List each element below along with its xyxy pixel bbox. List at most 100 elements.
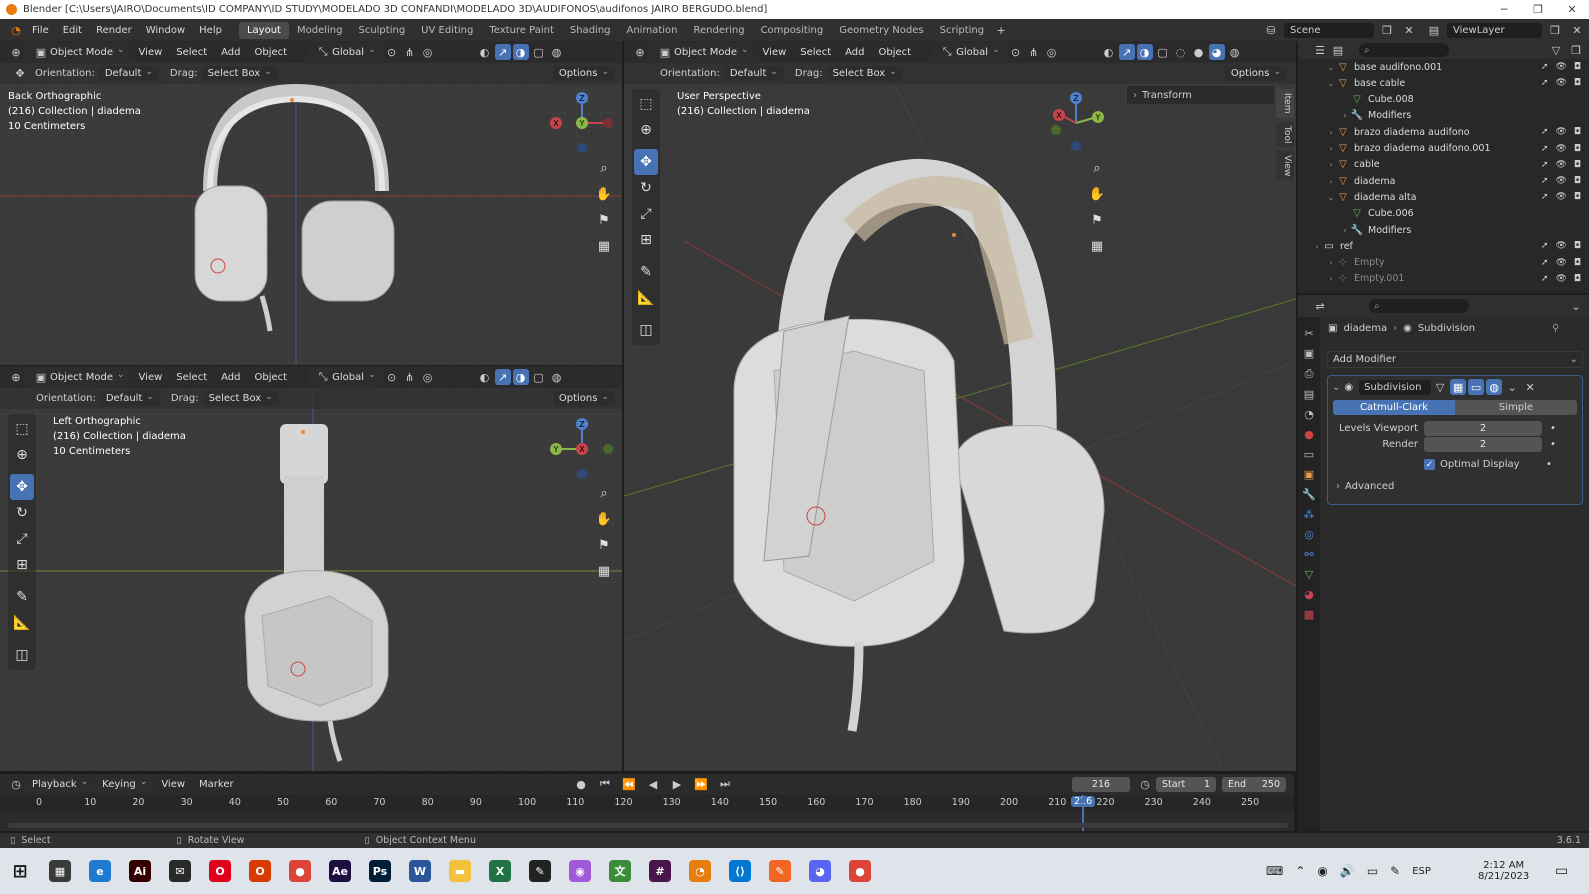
tab-geometry-nodes[interactable]: Geometry Nodes bbox=[831, 22, 931, 39]
levels-viewport-field[interactable]: 2 bbox=[1424, 421, 1542, 436]
chevron-down-icon[interactable]: ⌄ bbox=[1326, 193, 1336, 202]
viewlayer-field[interactable]: ViewLayer bbox=[1447, 22, 1542, 38]
menu-edit[interactable]: Edit bbox=[56, 25, 89, 36]
opera-app-icon[interactable]: O bbox=[200, 848, 240, 894]
tab-item[interactable]: Item bbox=[1276, 89, 1294, 118]
language-indicator[interactable]: ESP bbox=[1412, 866, 1431, 877]
overlay-toggle-icon[interactable]: ◑ bbox=[512, 44, 529, 60]
physics-tab-icon[interactable]: ◎ bbox=[1301, 528, 1317, 541]
overlay-toggle-icon[interactable]: ◑ bbox=[1136, 44, 1153, 60]
sketch-app-icon[interactable]: ✎ bbox=[760, 848, 800, 894]
edge-app-icon[interactable]: e bbox=[80, 848, 120, 894]
drag-dropdown[interactable]: Select Box bbox=[201, 66, 278, 81]
tab-uv-editing[interactable]: UV Editing bbox=[413, 22, 481, 39]
outliner-item[interactable]: ⌄ ▽ base cable ➚ 👁 ◘ bbox=[1298, 75, 1589, 91]
constraints-tab-icon[interactable]: ⚯ bbox=[1301, 548, 1317, 561]
viewport-left-orthographic[interactable]: ⊕ ▣Object Mode View Select Add Object ⤡G… bbox=[0, 366, 622, 771]
zoom-icon[interactable]: ⌕ bbox=[1087, 159, 1107, 177]
chevron-right-icon[interactable]: › bbox=[1340, 111, 1350, 120]
new-collection-icon[interactable]: ❐ bbox=[1568, 42, 1584, 58]
windows-start-button[interactable]: ⊞ bbox=[0, 848, 40, 894]
data-tab-icon[interactable]: ▽ bbox=[1301, 568, 1317, 581]
snap-icon[interactable]: ⋔ bbox=[402, 369, 418, 385]
scene-tab-icon[interactable]: ◔ bbox=[1301, 408, 1317, 421]
eye-icon[interactable]: 👁 bbox=[1555, 127, 1566, 137]
camera-icon[interactable]: ⚑ bbox=[1087, 211, 1107, 229]
outliner-search-input[interactable]: ⌕ bbox=[1359, 43, 1449, 57]
scene-field[interactable]: Scene bbox=[1284, 22, 1374, 38]
pen-icon[interactable]: ✎ bbox=[1390, 864, 1400, 878]
outliner-item[interactable]: › 🔧 Modifiers bbox=[1298, 108, 1589, 124]
jump-end-icon[interactable]: ⏭ bbox=[717, 776, 733, 792]
chevron-right-icon[interactable]: › bbox=[1312, 242, 1322, 251]
outliner-item[interactable]: ▽ Cube.006 bbox=[1298, 206, 1589, 222]
tab-view[interactable]: View bbox=[1276, 150, 1294, 181]
view-menu[interactable]: View bbox=[155, 777, 191, 792]
move-tool-icon[interactable]: ✥ bbox=[10, 474, 34, 500]
transform-orientation-dropdown[interactable]: ⤡ Global bbox=[932, 42, 1006, 62]
eye-icon[interactable]: 👁 bbox=[1555, 62, 1566, 72]
outliner-item[interactable]: › ▭ ref ➚ 👁 ◘ bbox=[1298, 238, 1589, 254]
select-arrow-icon[interactable]: ➚ bbox=[1541, 192, 1549, 202]
shading-icon[interactable]: ◍ bbox=[549, 44, 565, 60]
camera-icon[interactable]: ◘ bbox=[1574, 62, 1581, 72]
outliner-item[interactable]: › ⊹ Empty.001 ➚ 👁 ◘ bbox=[1298, 271, 1589, 287]
tab-tool[interactable]: Tool bbox=[1276, 121, 1294, 147]
jump-start-icon[interactable]: ⏮ bbox=[597, 776, 613, 792]
object-menu[interactable]: Object bbox=[249, 45, 294, 60]
rotate-tool-icon[interactable]: ↻ bbox=[10, 500, 34, 526]
eye-icon[interactable]: 👁 bbox=[1555, 160, 1566, 170]
prev-keyframe-icon[interactable]: ⏪ bbox=[621, 776, 637, 792]
outliner-item[interactable]: › ▽ brazo diadema audifono ➚ 👁 ◘ bbox=[1298, 124, 1589, 140]
pan-hand-icon[interactable]: ✋ bbox=[594, 185, 614, 203]
modifier-name-field[interactable]: Subdivision bbox=[1359, 379, 1432, 395]
blender-menu-icon[interactable]: ◔ bbox=[8, 22, 24, 38]
keyframe-dot-icon[interactable]: • bbox=[1550, 423, 1556, 434]
transform-panel-header[interactable]: › Transform bbox=[1127, 86, 1274, 104]
eye-icon[interactable]: 👁 bbox=[1555, 258, 1566, 268]
outliner-item[interactable]: ⌄ ▽ diadema alta ➚ 👁 ◘ bbox=[1298, 189, 1589, 205]
select-arrow-icon[interactable]: ➚ bbox=[1541, 144, 1549, 154]
start-frame-field[interactable]: Start 1 bbox=[1156, 776, 1216, 792]
options-dropdown[interactable]: Options bbox=[552, 391, 615, 406]
cage-toggle-icon[interactable]: ▦ bbox=[1450, 379, 1467, 395]
chevron-right-icon[interactable]: › bbox=[1326, 160, 1336, 169]
transform-orientation-dropdown[interactable]: ⤡ Global bbox=[308, 367, 382, 387]
scale-tool-icon[interactable]: ⤢ bbox=[10, 526, 34, 552]
camera-icon[interactable]: ◘ bbox=[1574, 176, 1581, 186]
mode-dropdown[interactable]: ▣ Object Mode bbox=[26, 42, 131, 62]
chevron-down-icon[interactable]: ⌄ bbox=[1326, 63, 1336, 72]
slack-app-icon[interactable]: # bbox=[640, 848, 680, 894]
render-tab-icon[interactable]: ▣ bbox=[1301, 347, 1317, 360]
stopwatch-icon[interactable]: ◷ bbox=[1137, 776, 1153, 792]
chrome-app-icon[interactable]: ● bbox=[280, 848, 320, 894]
menu-window[interactable]: Window bbox=[139, 25, 192, 36]
delete-viewlayer-icon[interactable]: ✕ bbox=[1569, 22, 1585, 38]
render-toggle-icon[interactable]: ◍ bbox=[1486, 379, 1503, 395]
select-box-tool-icon[interactable]: ⬚ bbox=[634, 91, 658, 117]
editor-type-icon[interactable]: ⊕ bbox=[8, 44, 24, 60]
new-scene-icon[interactable]: ❐ bbox=[1379, 22, 1395, 38]
drag-dropdown[interactable]: Select Box bbox=[826, 66, 903, 81]
add-modifier-dropdown[interactable]: Add Modifier ⌄ bbox=[1327, 351, 1583, 368]
visibility-icon[interactable]: ◐ bbox=[477, 369, 493, 385]
chevron-up-icon[interactable]: ⌃ bbox=[1295, 864, 1305, 878]
collection-tab-icon[interactable]: ▭ bbox=[1301, 448, 1317, 461]
explorer-app-icon[interactable]: ▬ bbox=[440, 848, 480, 894]
pivot-icon[interactable]: ⊙ bbox=[384, 44, 400, 60]
mode-dropdown[interactable]: ▣ Object Mode bbox=[26, 367, 131, 387]
catmull-clark-button[interactable]: Catmull-Clark bbox=[1333, 400, 1455, 415]
tab-scripting[interactable]: Scripting bbox=[932, 22, 992, 39]
marker-menu[interactable]: Marker bbox=[193, 777, 240, 792]
volume-icon[interactable]: 🔊 bbox=[1340, 864, 1355, 878]
wireframe-shading-icon[interactable]: ◌ bbox=[1173, 44, 1189, 60]
add-cube-tool-icon[interactable]: ◫ bbox=[634, 317, 658, 343]
editor-type-icon[interactable]: ⊕ bbox=[632, 44, 648, 60]
view-menu[interactable]: View bbox=[133, 370, 169, 385]
close-window-button[interactable]: ✕ bbox=[1555, 0, 1589, 19]
visibility-icon[interactable]: ◐ bbox=[1101, 44, 1117, 60]
render-levels-field[interactable]: 2 bbox=[1424, 437, 1542, 452]
keyframe-dot-icon[interactable]: • bbox=[1550, 439, 1556, 450]
gizmo-toggle-icon[interactable]: ↗ bbox=[1118, 44, 1135, 60]
view-layer-tab-icon[interactable]: ▤ bbox=[1301, 388, 1317, 401]
